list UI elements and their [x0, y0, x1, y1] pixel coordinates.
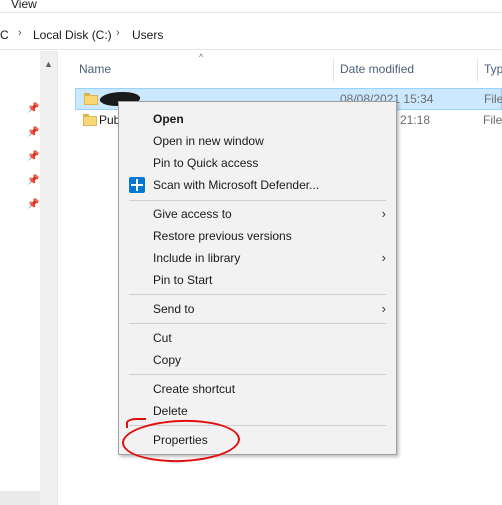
file-type: File: [484, 92, 502, 106]
navigation-bottom-item: [0, 491, 40, 505]
pin-icon: 📌: [27, 175, 40, 186]
menu-separator: [129, 200, 386, 201]
menu-item-send-to[interactable]: Send to ›: [119, 298, 396, 320]
menu-item-label: Pin to Quick access: [153, 156, 259, 170]
menu-item-copy[interactable]: Copy: [119, 349, 396, 371]
column-header-name[interactable]: Name: [79, 62, 111, 76]
chevron-right-icon: ›: [381, 206, 386, 221]
sort-ascending-icon: ^: [199, 52, 204, 62]
menu-item-restore-previous-versions[interactable]: Restore previous versions: [119, 225, 396, 247]
chevron-right-icon: ›: [381, 301, 386, 316]
menu-item-label: Open: [153, 112, 184, 126]
menu-item-label: Include in library: [153, 251, 241, 265]
menu-item-pin-to-start[interactable]: Pin to Start: [119, 269, 396, 291]
menu-item-include-in-library[interactable]: Include in library ›: [119, 247, 396, 269]
menu-item-label: Delete: [153, 404, 188, 418]
menu-item-open-in-new-window[interactable]: Open in new window: [119, 130, 396, 152]
menu-item-label: Open in new window: [153, 134, 264, 148]
navigation-scrollbar[interactable]: ▲: [40, 51, 57, 505]
menu-item-delete[interactable]: Delete: [119, 400, 396, 422]
menu-item-cut[interactable]: Cut: [119, 327, 396, 349]
menu-item-create-shortcut[interactable]: Create shortcut: [119, 378, 396, 400]
column-header-type[interactable]: Typ: [484, 62, 502, 76]
context-menu: Open Open in new window Pin to Quick acc…: [118, 101, 397, 455]
breadcrumb-item-users[interactable]: Users: [132, 28, 163, 42]
pin-icon: 📌: [27, 127, 40, 138]
pin-icon: 📌: [27, 151, 40, 162]
menu-item-label: Create shortcut: [153, 382, 236, 396]
folder-icon: [83, 114, 97, 126]
menu-item-open[interactable]: Open: [119, 108, 396, 130]
menu-item-label: Cut: [153, 331, 172, 345]
menu-item-pin-to-quick-access[interactable]: Pin to Quick access: [119, 152, 396, 174]
folder-icon: [84, 93, 98, 105]
menu-item-label: Scan with Microsoft Defender...: [153, 178, 320, 192]
column-divider[interactable]: [477, 58, 478, 82]
chevron-right-icon: ›: [18, 27, 22, 39]
chevron-right-icon: ›: [116, 27, 120, 39]
ribbon-tab-view[interactable]: View: [11, 0, 37, 11]
pin-icon: 📌: [27, 199, 40, 210]
menu-separator: [129, 323, 386, 324]
scroll-up-arrow-icon[interactable]: ▲: [40, 59, 57, 73]
defender-icon: [129, 177, 145, 193]
file-type: File: [483, 113, 502, 127]
breadcrumb[interactable]: PC › Local Disk (C:) › Users: [0, 22, 502, 50]
menu-item-label: Send to: [153, 302, 195, 316]
annotation-stroke: [126, 418, 146, 428]
menu-separator: [129, 294, 386, 295]
menu-item-give-access-to[interactable]: Give access to ›: [119, 203, 396, 225]
menu-item-scan-with-defender[interactable]: Scan with Microsoft Defender...: [119, 174, 396, 196]
ribbon-bar: View: [0, 0, 502, 13]
breadcrumb-item-pc[interactable]: PC: [0, 28, 9, 42]
file-date: 21:18: [400, 113, 431, 127]
breadcrumb-item-local-disk[interactable]: Local Disk (C:): [33, 28, 112, 42]
column-divider[interactable]: [333, 58, 334, 82]
menu-item-label: Give access to: [153, 207, 232, 221]
menu-separator: [129, 374, 386, 375]
chevron-right-icon: ›: [381, 250, 386, 265]
menu-item-label: Copy: [153, 353, 182, 367]
menu-item-label: Pin to Start: [153, 273, 213, 287]
column-header-date-modified[interactable]: Date modified: [340, 62, 414, 76]
menu-item-label: Restore previous versions: [153, 229, 292, 243]
pin-icon: 📌: [27, 103, 40, 114]
